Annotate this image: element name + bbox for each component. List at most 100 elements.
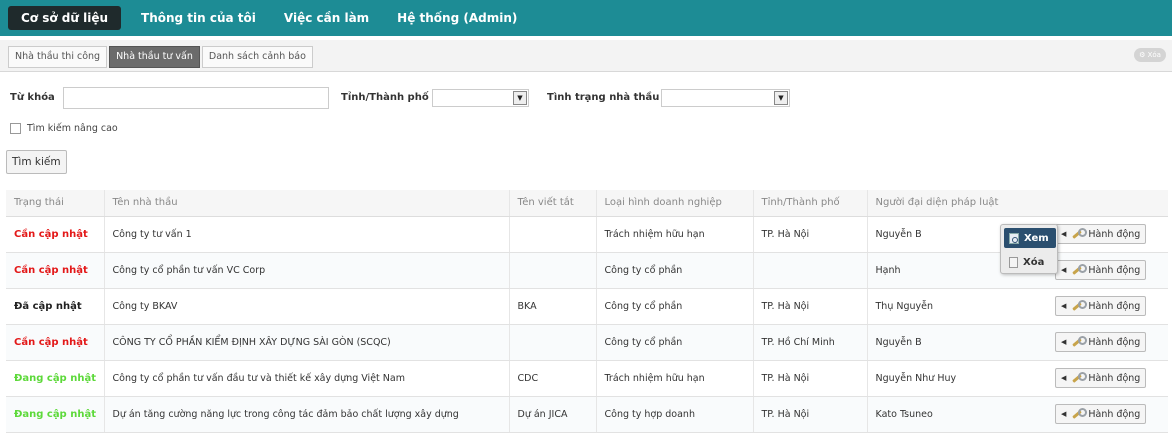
nav-item-admin[interactable]: Hệ thống (Admin): [383, 6, 531, 30]
province-cell: [752, 252, 867, 289]
search-button[interactable]: Tìm kiếm: [6, 150, 67, 174]
advanced-search-label: Tìm kiếm nâng cao: [27, 122, 118, 134]
abbr-cell: BKA: [508, 288, 596, 325]
nav-item-todo[interactable]: Việc cần làm: [270, 6, 383, 30]
caret-left-icon: ◀: [1061, 302, 1067, 310]
menu-item-delete-label: Xóa: [1023, 256, 1045, 268]
abbr-cell: [508, 324, 596, 361]
type-cell: Công ty cổ phần: [595, 252, 753, 289]
province-cell: TP. Hà Nội: [752, 216, 867, 253]
type-cell: Trách nhiệm hữu hạn: [595, 216, 753, 253]
province-cell: TP. Hồ Chí Minh: [752, 324, 867, 361]
contractor-table: Trạng thái Tên nhà thầu Tên viết tắt Loạ…: [6, 190, 1168, 433]
table-row[interactable]: Đang cập nhật Công ty cổ phần tư vấn đầu…: [6, 360, 1168, 397]
status-cell: Đã cập nhật: [6, 288, 104, 325]
type-cell: Công ty cổ phần: [595, 288, 753, 325]
caret-left-icon: ◀: [1061, 410, 1067, 418]
province-cell: TP. Hà Nội: [752, 360, 867, 397]
legal-rep-cell: Nguyễn Như Huy: [866, 360, 1047, 397]
delete-pill-button[interactable]: ⚙ Xóa: [1134, 48, 1166, 62]
nav-item-my-info[interactable]: Thông tin của tôi: [127, 6, 270, 30]
table-row[interactable]: Cần cập nhật CÔNG TY CỔ PHẦN KIỂM ĐỊNH X…: [6, 324, 1168, 361]
chevron-down-icon[interactable]: ▼: [513, 91, 527, 105]
action-cell: ◀ Hành động: [1047, 288, 1168, 325]
province-select[interactable]: ▼: [432, 89, 529, 107]
wrench-icon: [1070, 300, 1088, 312]
abbr-cell: [508, 252, 596, 289]
status-cell: Cần cập nhật: [6, 324, 104, 361]
action-label: Hành động: [1088, 336, 1141, 348]
action-label: Hành động: [1088, 264, 1141, 276]
province-label: Tỉnh/Thành phố: [341, 92, 429, 103]
action-label: Hành động: [1088, 228, 1141, 240]
top-nav-bar: Cơ sở dữ liệu Thông tin của tôi Việc cần…: [0, 0, 1172, 36]
action-button[interactable]: ◀ Hành động: [1055, 260, 1147, 280]
name-cell[interactable]: CÔNG TY CỔ PHẦN KIỂM ĐỊNH XÂY DỰNG SÀI G…: [103, 324, 509, 361]
keyword-input[interactable]: [63, 87, 329, 109]
action-cell: ◀ Hành động: [1047, 216, 1168, 253]
caret-left-icon: ◀: [1061, 374, 1067, 382]
table-row[interactable]: Cần cập nhật Công ty cổ phần tư vấn VC C…: [6, 252, 1168, 289]
action-button[interactable]: ◀ Hành động: [1055, 224, 1147, 244]
legal-rep-cell: Thụ Nguyễn: [866, 288, 1047, 325]
caret-left-icon: ◀: [1061, 338, 1067, 346]
name-cell[interactable]: Công ty cổ phần tư vấn VC Corp: [103, 252, 509, 289]
col-header-name[interactable]: Tên nhà thầu: [103, 190, 509, 217]
action-label: Hành động: [1088, 408, 1141, 420]
trash-icon: [1009, 256, 1018, 268]
action-button[interactable]: ◀ Hành động: [1055, 368, 1147, 388]
caret-left-icon: ◀: [1061, 266, 1067, 274]
filter-row: Từ khóa Tỉnh/Thành phố ▼ Tình trạng nhà …: [10, 86, 1160, 110]
action-button[interactable]: ◀ Hành động: [1055, 296, 1147, 316]
wrench-icon: [1070, 264, 1088, 276]
col-header-abbr[interactable]: Tên viết tắt: [508, 190, 596, 217]
advanced-search-checkbox[interactable]: [10, 122, 21, 134]
top-nav-items: Cơ sở dữ liệu Thông tin của tôi Việc cần…: [8, 6, 531, 30]
advanced-search-toggle[interactable]: Tìm kiếm nâng cao: [10, 121, 118, 135]
col-header-province[interactable]: Tỉnh/Thành phố: [752, 190, 867, 217]
keyword-label: Từ khóa: [10, 92, 55, 103]
sub-tabs: Nhà thầu thi công Nhà thầu tư vấn Danh s…: [8, 46, 315, 68]
type-cell: Công ty cổ phần: [595, 324, 753, 361]
tab-consulting-contractor[interactable]: Nhà thầu tư vấn: [109, 46, 200, 68]
action-cell: ◀ Hành động: [1047, 360, 1168, 397]
name-cell[interactable]: Công ty cổ phần tư vấn đầu tư và thiết k…: [103, 360, 509, 397]
table-row[interactable]: Đã cập nhật Công ty BKAV BKA Công ty cổ …: [6, 288, 1168, 325]
name-cell[interactable]: Công ty tư vấn 1: [103, 216, 509, 253]
tab-construction-contractor[interactable]: Nhà thầu thi công: [8, 46, 108, 68]
status-cell: Đang cập nhật: [6, 360, 104, 397]
tab-warning-list[interactable]: Danh sách cảnh báo: [201, 46, 313, 68]
wrench-icon: [1070, 336, 1088, 348]
col-header-type[interactable]: Loại hình doanh nghiệp: [595, 190, 753, 217]
action-popup-menu: Xem Xóa: [1000, 224, 1058, 274]
chevron-down-icon[interactable]: ▼: [774, 91, 788, 105]
menu-item-delete[interactable]: Xóa: [1004, 252, 1056, 272]
wrench-icon: [1070, 408, 1088, 420]
status-cell: Cần cập nhật: [6, 252, 104, 289]
wrench-icon: [1070, 228, 1088, 240]
status-cell: Cần cập nhật: [6, 216, 104, 253]
contractor-status-label: Tình trạng nhà thầu: [547, 92, 660, 103]
legal-rep-cell: Nguyễn B: [866, 324, 1047, 361]
contractor-status-select[interactable]: ▼: [661, 89, 790, 107]
action-button[interactable]: ◀ Hành động: [1055, 404, 1147, 424]
action-cell: ◀ Hành động: [1047, 252, 1168, 289]
caret-left-icon: ◀: [1061, 230, 1067, 238]
action-button[interactable]: ◀ Hành động: [1055, 332, 1147, 352]
name-cell[interactable]: Công ty BKAV: [103, 288, 509, 325]
col-header-actions: [1047, 190, 1168, 217]
action-label: Hành động: [1088, 372, 1141, 384]
col-header-status[interactable]: Trạng thái: [6, 190, 104, 217]
table-header-row: Trạng thái Tên nhà thầu Tên viết tắt Loạ…: [6, 190, 1168, 217]
action-cell: ◀ Hành động: [1047, 324, 1168, 361]
abbr-cell: [508, 216, 596, 253]
type-cell: Trách nhiệm hữu hạn: [595, 360, 753, 397]
menu-item-view-label: Xem: [1024, 232, 1049, 244]
abbr-cell: CDC: [508, 360, 596, 397]
wrench-icon: [1070, 372, 1088, 384]
menu-item-view[interactable]: Xem: [1004, 228, 1056, 248]
col-header-legal-rep[interactable]: Người đại diện pháp luật: [866, 190, 1047, 217]
province-cell: TP. Hà Nội: [752, 288, 867, 325]
table-row[interactable]: Cần cập nhật Công ty tư vấn 1 Trách nhiệ…: [6, 216, 1168, 253]
nav-item-database[interactable]: Cơ sở dữ liệu: [8, 6, 122, 30]
